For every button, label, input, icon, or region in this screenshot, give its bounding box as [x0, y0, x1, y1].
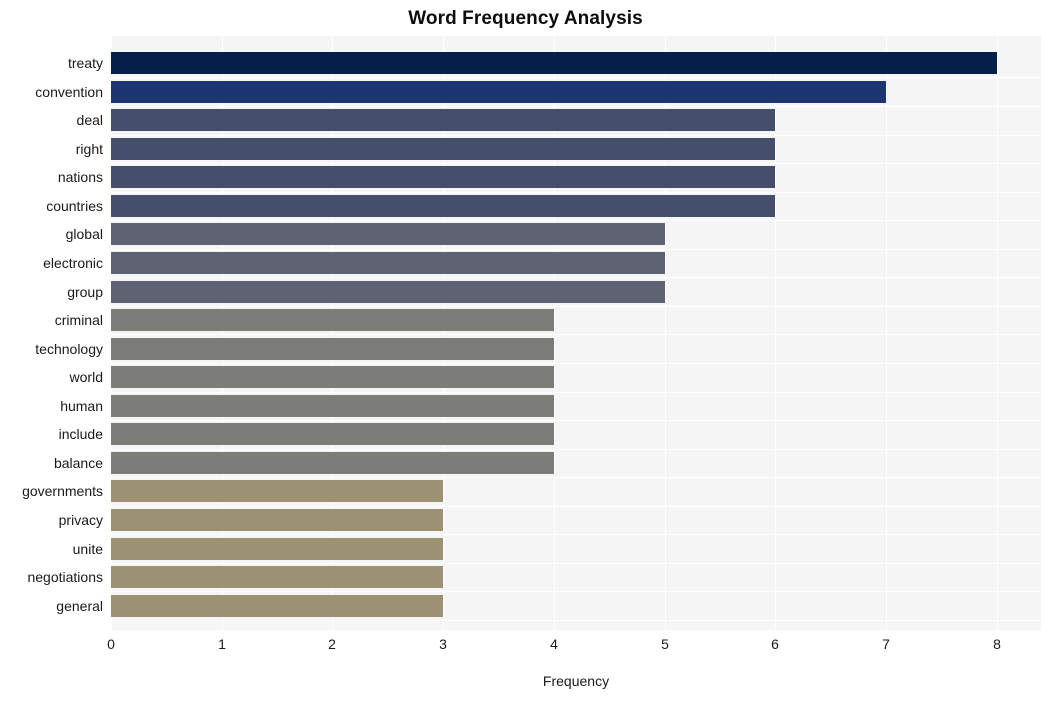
- y-axis-tick-label: nations: [57, 169, 103, 185]
- y-axis-tick-label: unite: [72, 541, 103, 557]
- y-axis-tick-label: countries: [46, 198, 103, 214]
- y-axis-tick-label: include: [58, 426, 103, 442]
- x-axis-tick-label: 2: [328, 636, 336, 652]
- y-axis-tick-label: world: [69, 369, 103, 385]
- x-axis-tick-label: 3: [439, 636, 447, 652]
- y-axis-tick-label: negotiations: [27, 569, 103, 585]
- y-axis-tick-label: treaty: [67, 55, 103, 71]
- x-axis-tick-label: 1: [218, 636, 226, 652]
- x-axis-tick-label: 6: [771, 636, 779, 652]
- y-axis-tick-label: privacy: [58, 512, 103, 528]
- y-axis-tick-label: governments: [22, 483, 103, 499]
- x-axis-tick-label: 0: [107, 636, 115, 652]
- y-axis-tick-label: deal: [76, 112, 103, 128]
- x-axis-tick-label: 4: [550, 636, 558, 652]
- y-axis-tick-label: balance: [53, 455, 103, 471]
- y-axis-tick-label: human: [60, 398, 103, 414]
- y-axis-tick-label: technology: [35, 341, 103, 357]
- y-axis-tick-label: convention: [35, 84, 103, 100]
- y-axis-tick-label: criminal: [54, 312, 103, 328]
- y-axis-tick-label: global: [65, 226, 103, 242]
- x-axis-tick-label: 7: [882, 636, 890, 652]
- y-axis-tick-labels: treaty convention deal right nations countrie…: [0, 36, 1051, 630]
- x-axis-tick-label: 8: [993, 636, 1001, 652]
- y-axis-tick-label: electronic: [43, 255, 103, 271]
- x-axis-tick-labels: 0 1 2 3 4 5 6 7 8: [0, 634, 1051, 658]
- x-axis-tick-label: 5: [661, 636, 669, 652]
- page-title: Word Frequency Analysis: [408, 8, 643, 29]
- x-axis-title: Frequency: [542, 673, 610, 689]
- word-frequency-chart-figure: Word Frequency Analysis treaty convention…: [0, 0, 1051, 701]
- y-axis-tick-label: group: [67, 284, 103, 300]
- y-axis-tick-label: right: [75, 141, 103, 157]
- y-axis-tick-label: general: [56, 598, 103, 614]
